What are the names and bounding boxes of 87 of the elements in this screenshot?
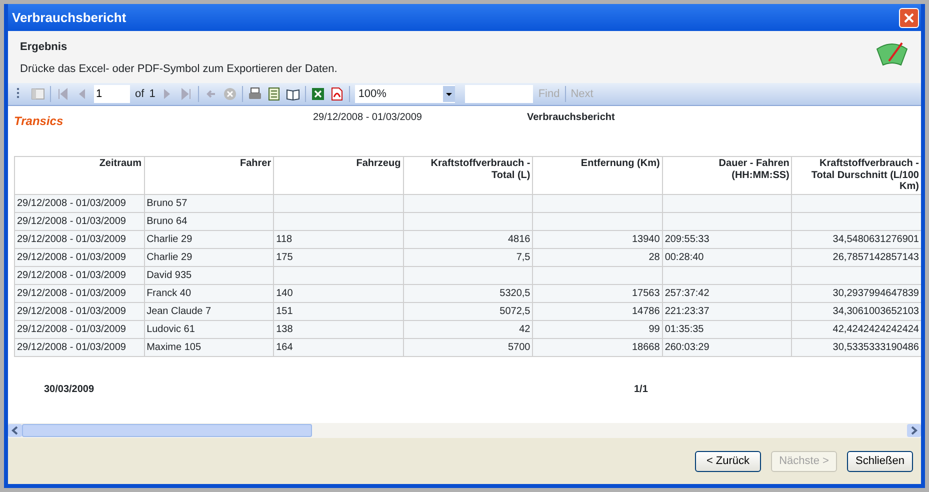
instructions-text: Drücke das Excel- oder PDF-Symbol zum Exportieren der Daten. — [20, 62, 338, 77]
table-cell: Franck 40 — [144, 284, 274, 302]
excel-icon[interactable] — [311, 87, 326, 101]
scroll-right-icon[interactable] — [907, 424, 921, 437]
horizontal-scrollbar[interactable] — [8, 423, 921, 438]
page-number-field[interactable]: 1 — [94, 85, 130, 103]
column-header: Dauer - Fahren (HH:MM:SS) — [662, 156, 792, 194]
zoom-value: 100% — [358, 86, 386, 102]
table-cell: 29/12/2008 - 01/03/2009 — [14, 266, 144, 284]
table-cell: 29/12/2008 - 01/03/2009 — [14, 194, 144, 212]
table-cell: 138 — [274, 320, 404, 338]
scroll-thumb[interactable] — [22, 424, 312, 437]
column-header: Kraftstoffverbrauch - Total (L) — [403, 156, 533, 194]
page-count: 1 — [149, 86, 156, 102]
report-title: Verbrauchsbericht — [527, 111, 615, 125]
dialog-button[interactable]: Schließen — [847, 450, 913, 472]
page-layout-icon[interactable] — [267, 87, 282, 101]
table-cell: 42 — [403, 320, 533, 338]
table-cell: David 935 — [144, 266, 274, 284]
table-cell: 29/12/2008 - 01/03/2009 — [14, 212, 144, 230]
table-cell: 30,5335333190486 — [792, 338, 921, 356]
table-cell: 29/12/2008 - 01/03/2009 — [14, 248, 144, 266]
table-cell: 29/12/2008 - 01/03/2009 — [14, 302, 144, 320]
dialog-button[interactable]: < Zurück — [695, 450, 761, 472]
table-cell: 209:55:33 — [662, 230, 792, 248]
table-cell: 13940 — [532, 230, 662, 248]
stop-icon[interactable] — [223, 87, 238, 101]
table-cell: 17563 — [532, 284, 662, 302]
table-cell: Bruno 57 — [144, 194, 274, 212]
table-cell: 4816 — [403, 230, 533, 248]
table-cell: Jean Claude 7 — [144, 302, 274, 320]
table-cell: 164 — [274, 338, 404, 356]
table-cell: 01:35:35 — [662, 320, 792, 338]
find-field[interactable] — [465, 85, 534, 103]
table-cell: Ludovic 61 — [144, 320, 274, 338]
column-header: Kraftstoffverbrauch - Total Durschnitt (L/100 Km) — [792, 156, 921, 194]
page-info: 1/1 — [634, 383, 648, 397]
table-cell: 29/12/2008 - 01/03/2009 — [14, 230, 144, 248]
table-cell: 7,5 — [403, 248, 533, 266]
table-cell: Charlie 29 — [144, 230, 274, 248]
table-cell: 140 — [274, 284, 404, 302]
table-cell: Charlie 29 — [144, 248, 274, 266]
last-page-icon[interactable] — [179, 87, 194, 101]
table-cell: 5320,5 — [403, 284, 533, 302]
zoom-dropdown[interactable]: 100% — [355, 85, 456, 103]
caret-icon — [443, 86, 456, 102]
table-cell: 14786 — [532, 302, 662, 320]
column-header: Zeitraum — [14, 156, 144, 194]
scroll-left-icon[interactable] — [8, 424, 22, 437]
table-cell: 175 — [274, 248, 404, 266]
table-cell: 34,5480631276901 — [792, 230, 921, 248]
window-title: Verbrauchsbericht — [12, 8, 126, 27]
brand-logo: Transics — [14, 113, 64, 130]
header-title: Ergebnis — [20, 40, 68, 55]
table-cell: 26,7857142857143 — [792, 248, 921, 266]
table-cell: 18668 — [532, 338, 662, 356]
book-icon[interactable] — [286, 87, 300, 101]
table-cell: 5072,5 — [403, 302, 533, 320]
table-cell: 30,2937994647839 — [792, 284, 921, 302]
table-cell: 99 — [532, 320, 662, 338]
table-cell: Maxime 105 — [144, 338, 274, 356]
table-cell: 221:23:37 — [662, 302, 792, 320]
table-cell: 257:37:42 — [662, 284, 792, 302]
footer-date: 30/03/2009 — [44, 383, 94, 397]
page-of-label: of — [135, 86, 144, 102]
date-range: 29/12/2008 - 01/03/2009 — [313, 111, 422, 125]
table-cell: 118 — [274, 230, 404, 248]
table-cell: 260:03:29 — [662, 338, 792, 356]
close-button[interactable] — [899, 8, 919, 28]
table-cell: 29/12/2008 - 01/03/2009 — [14, 284, 144, 302]
sidebar-icon[interactable] — [31, 87, 45, 101]
first-page-icon[interactable] — [56, 87, 70, 101]
column-header: Entfernung (Km) — [532, 156, 662, 194]
pdf-icon[interactable] — [330, 87, 344, 101]
table-cell: Bruno 64 — [144, 212, 274, 230]
close-icon — [903, 12, 915, 24]
table-cell: 29/12/2008 - 01/03/2009 — [14, 320, 144, 338]
table-cell: 00:28:40 — [662, 248, 792, 266]
table-cell: 5700 — [403, 338, 533, 356]
column-header: Fahrer — [144, 156, 274, 194]
table-cell: 29/12/2008 - 01/03/2009 — [14, 338, 144, 356]
table-cell: 28 — [532, 248, 662, 266]
table-cell: 42,4242424242424 — [792, 320, 921, 338]
table-cell: 151 — [274, 302, 404, 320]
column-header: Fahrzeug — [274, 156, 404, 194]
table-cell: 34,3061003652103 — [792, 302, 921, 320]
print-icon[interactable] — [248, 87, 262, 101]
